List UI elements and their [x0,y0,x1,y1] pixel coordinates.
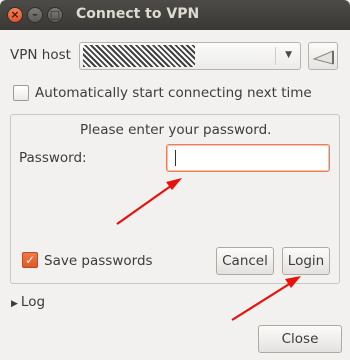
login-button[interactable]: Login [282,247,330,275]
window-title: Connect to VPN [76,6,200,22]
vpn-host-label: VPN host [10,47,71,63]
log-expander[interactable]: ▶ Log [11,294,45,310]
dropdown-arrow-icon[interactable]: ▼ [285,50,292,60]
auto-connect-label[interactable]: Automatically start connecting next time [35,85,312,101]
cancel-button[interactable]: Cancel [216,247,274,275]
expander-arrow-icon: ▶ [11,299,18,309]
text-caret [175,150,176,166]
vpn-shield-icon [312,50,334,65]
password-input[interactable] [166,144,330,172]
save-passwords-checkbox[interactable]: ✓ [22,252,38,268]
window-titlebar: × – □ Connect to VPN [0,0,350,30]
combo-separator [275,47,276,65]
window-minimize-button[interactable]: – [27,7,43,23]
close-button[interactable]: Close [258,325,342,353]
window-maximize-button[interactable]: □ [47,7,63,23]
auto-connect-checkbox[interactable] [13,85,29,101]
vpn-host-combobox[interactable]: ▼ [79,42,301,70]
vpn-shield-button[interactable] [308,42,338,70]
password-prompt: Please enter your password. [80,122,272,138]
save-passwords-label[interactable]: Save passwords [44,253,153,269]
log-label: Log [20,294,46,310]
password-label: Password: [19,150,87,166]
window-close-button[interactable]: × [7,7,23,23]
vpn-host-value-redacted [83,45,195,67]
